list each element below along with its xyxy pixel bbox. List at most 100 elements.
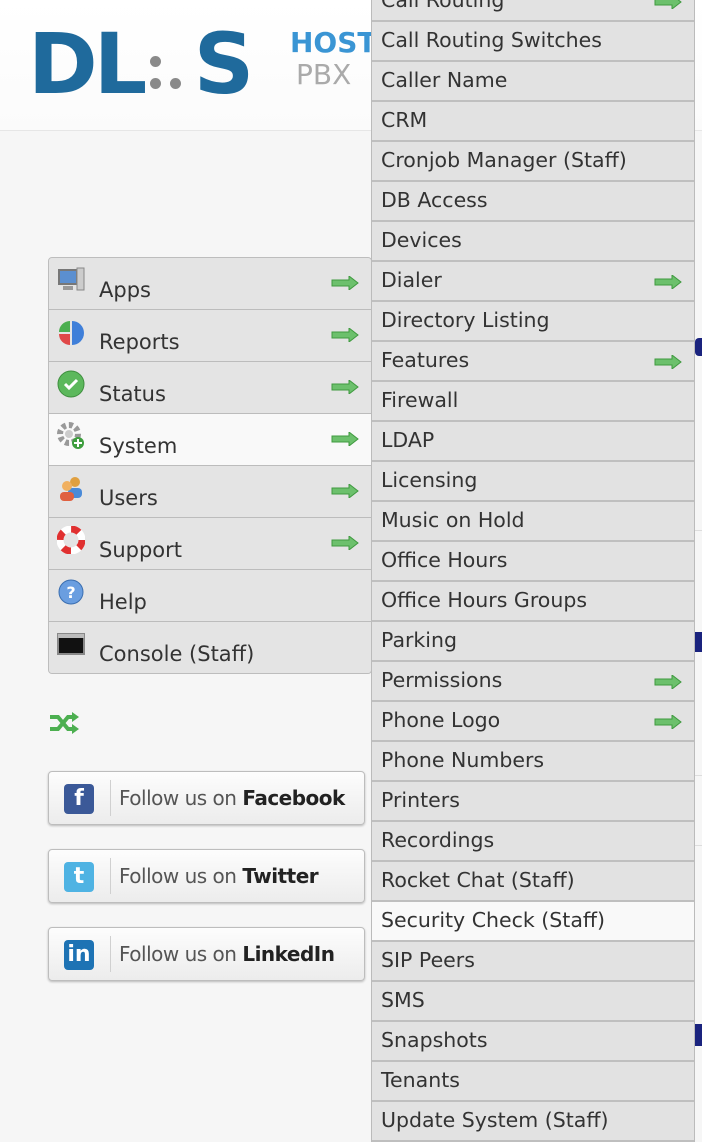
follow-twitter-button[interactable]: t Follow us on Twitter — [48, 849, 365, 903]
submenu-item-label: Snapshots — [381, 1028, 488, 1052]
submenu-item-label: Parking — [381, 628, 458, 652]
submenu-item-phone-logo[interactable]: Phone Logo — [372, 702, 694, 742]
submenu-item-label: Office Hours — [381, 548, 508, 572]
submenu-item-call-routing-switches[interactable]: Call Routing Switches — [372, 22, 694, 62]
menu-item-label: Reports — [99, 330, 180, 354]
submenu-item-office-hours[interactable]: Office Hours — [372, 542, 694, 582]
submenu-item-phone-numbers[interactable]: Phone Numbers — [372, 742, 694, 782]
divider — [694, 530, 702, 531]
submenu-item-label: Music on Hold — [381, 508, 525, 532]
arrow-right-icon — [654, 355, 682, 369]
users-icon — [60, 477, 82, 501]
menu-item-label: Help — [99, 590, 147, 614]
submenu-item-tenants[interactable]: Tenants — [372, 1062, 694, 1102]
arrow-right-icon — [654, 675, 682, 689]
menu-item-support[interactable]: Support — [49, 518, 371, 570]
menu-item-label: Status — [99, 382, 166, 406]
submenu-item-label: Licensing — [381, 468, 478, 492]
arrow-right-icon — [654, 715, 682, 729]
submenu-item-label: CRM — [381, 108, 428, 132]
submenu-item-sms[interactable]: SMS — [372, 982, 694, 1022]
lifebuoy-icon — [57, 526, 85, 554]
terminal-icon — [57, 633, 85, 655]
submenu-item-label: Phone Logo — [381, 708, 501, 732]
computer-icon — [58, 267, 85, 291]
page-heading-fragment — [695, 338, 702, 356]
logo-mark: DL S — [28, 15, 254, 113]
submenu-item-label: Dialer — [381, 268, 442, 292]
menu-item-reports[interactable]: Reports — [49, 310, 371, 362]
follow-label: Follow us on LinkedIn — [119, 942, 335, 966]
submenu-item-label: Caller Name — [381, 68, 508, 92]
separator — [110, 858, 111, 894]
facebook-icon: f — [64, 784, 94, 814]
submenu-item-ldap[interactable]: LDAP — [372, 422, 694, 462]
help-icon: ? — [58, 579, 84, 605]
menu-item-users[interactable]: Users — [49, 466, 371, 518]
gear-icon — [57, 422, 84, 449]
submenu-item-cronjob-manager-staff[interactable]: Cronjob Manager (Staff) — [372, 142, 694, 182]
submenu-item-db-access[interactable]: DB Access — [372, 182, 694, 222]
submenu-item-features[interactable]: Features — [372, 342, 694, 382]
submenu-item-update-system-staff[interactable]: Update System (Staff) — [372, 1102, 694, 1142]
submenu-item-crm[interactable]: CRM — [372, 102, 694, 142]
follow-linkedin-button[interactable]: in Follow us on LinkedIn — [48, 927, 365, 981]
menu-item-label: System — [99, 434, 178, 458]
arrow-right-icon — [331, 328, 359, 342]
submenu-item-label: DB Access — [381, 188, 488, 212]
submenu-item-label: Cronjob Manager (Staff) — [381, 148, 627, 172]
pie-chart-icon — [59, 321, 84, 345]
submenu-item-call-routing[interactable]: Call Routing — [372, 0, 694, 22]
menu-item-status[interactable]: Status — [49, 362, 371, 414]
system-submenu: Call Routing Call Routing Switches Caller … — [371, 0, 695, 1142]
logo-pbx: PBX — [296, 58, 352, 91]
submenu-item-sip-peers[interactable]: SIP Peers — [372, 942, 694, 982]
submenu-item-recordings[interactable]: Recordings — [372, 822, 694, 862]
submenu-item-label: Devices — [381, 228, 462, 252]
check-circle-icon — [57, 370, 85, 398]
menu-item-label: Apps — [99, 278, 151, 302]
submenu-item-caller-name[interactable]: Caller Name — [372, 62, 694, 102]
separator — [110, 780, 111, 816]
submenu-item-label: Call Routing — [381, 0, 505, 12]
submenu-item-snapshots[interactable]: Snapshots — [372, 1022, 694, 1062]
submenu-item-label: Office Hours Groups — [381, 588, 588, 612]
submenu-item-licensing[interactable]: Licensing — [372, 462, 694, 502]
arrow-right-icon — [331, 484, 359, 498]
separator — [110, 936, 111, 972]
menu-item-label: Users — [99, 486, 158, 510]
menu-item-apps[interactable]: Apps — [49, 258, 371, 310]
submenu-item-firewall[interactable]: Firewall — [372, 382, 694, 422]
submenu-item-permissions[interactable]: Permissions — [372, 662, 694, 702]
follow-label: Follow us on Twitter — [119, 864, 319, 888]
submenu-item-label: Phone Numbers — [381, 748, 545, 772]
submenu-item-security-check-staff[interactable]: Security Check (Staff) — [372, 902, 694, 942]
submenu-item-devices[interactable]: Devices — [372, 222, 694, 262]
main-menu: Apps Reports Status System Users Support? Help… — [48, 257, 372, 674]
submenu-item-label: Update System (Staff) — [381, 1108, 609, 1132]
submenu-item-printers[interactable]: Printers — [372, 782, 694, 822]
submenu-item-office-hours-groups[interactable]: Office Hours Groups — [372, 582, 694, 622]
divider — [694, 775, 702, 776]
submenu-item-label: SMS — [381, 988, 425, 1012]
menu-item-system[interactable]: System — [49, 414, 371, 466]
menu-item-help[interactable]: ? Help — [49, 570, 371, 622]
submenu-item-parking[interactable]: Parking — [372, 622, 694, 662]
page-heading-fragment — [695, 1024, 702, 1046]
submenu-item-rocket-chat-staff[interactable]: Rocket Chat (Staff) — [372, 862, 694, 902]
submenu-item-label: Security Check (Staff) — [381, 908, 606, 932]
submenu-item-label: LDAP — [381, 428, 435, 452]
submenu-item-directory-listing[interactable]: Directory Listing — [372, 302, 694, 342]
submenu-item-label: Permissions — [381, 668, 503, 692]
submenu-item-label: Directory Listing — [381, 308, 550, 332]
menu-item-console-staff[interactable]: Console (Staff) — [49, 622, 371, 673]
submenu-item-music-on-hold[interactable]: Music on Hold — [372, 502, 694, 542]
submenu-item-label: Call Routing Switches — [381, 28, 602, 52]
submenu-item-dialer[interactable]: Dialer — [372, 262, 694, 302]
arrow-right-icon — [331, 276, 359, 290]
page-heading-fragment — [695, 632, 702, 652]
submenu-item-label: SIP Peers — [381, 948, 475, 972]
follow-facebook-button[interactable]: f Follow us on Facebook — [48, 771, 365, 825]
menu-item-label: Console (Staff) — [99, 642, 255, 666]
shuffle-icon[interactable] — [48, 711, 80, 735]
